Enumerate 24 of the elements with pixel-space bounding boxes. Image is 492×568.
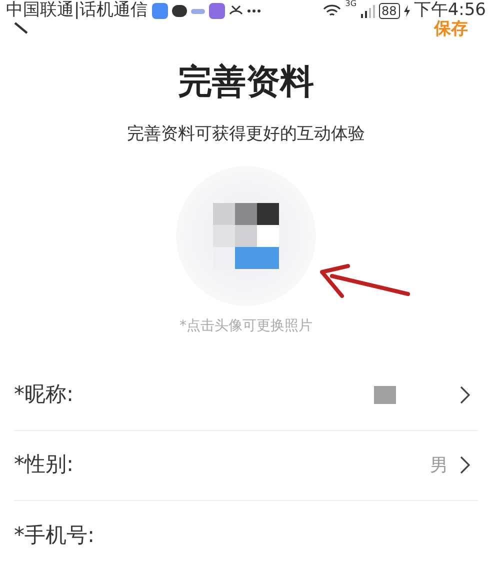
signal-icon [360, 4, 375, 18]
profile-row[interactable]: *性别: 男 [14, 430, 478, 500]
page-title: 完善资料 [177, 62, 315, 102]
small-app-icon [190, 8, 205, 14]
blurred-value [374, 386, 396, 404]
more-dots-icon [246, 9, 261, 13]
carrier-text: 中国联通|话机通信 [6, 0, 148, 22]
profile-row[interactable]: *昵称: [14, 360, 478, 430]
avatar-hint-text: *点击头像可更换照片 [178, 316, 314, 336]
profile-row[interactable]: *手机号: [14, 500, 478, 568]
chevron-right-icon [460, 456, 470, 474]
back-icon[interactable] [14, 22, 28, 34]
field-value: 男 [430, 454, 448, 478]
charging-bolt-icon [404, 5, 410, 17]
subtitle-text: 完善资料可获得更好的互动体验 [126, 123, 366, 146]
field-label: *昵称: [14, 381, 74, 408]
network-type-text: 3G [345, 0, 357, 10]
field-label: *性别: [14, 451, 74, 478]
battery-level: 88 [378, 3, 400, 19]
wifi-icon [323, 4, 342, 18]
chat-bubble-icon [172, 5, 187, 17]
field-label: *手机号: [14, 522, 95, 549]
clock-text: 下午4:56 [414, 0, 486, 20]
chevron-right-icon [460, 386, 470, 404]
